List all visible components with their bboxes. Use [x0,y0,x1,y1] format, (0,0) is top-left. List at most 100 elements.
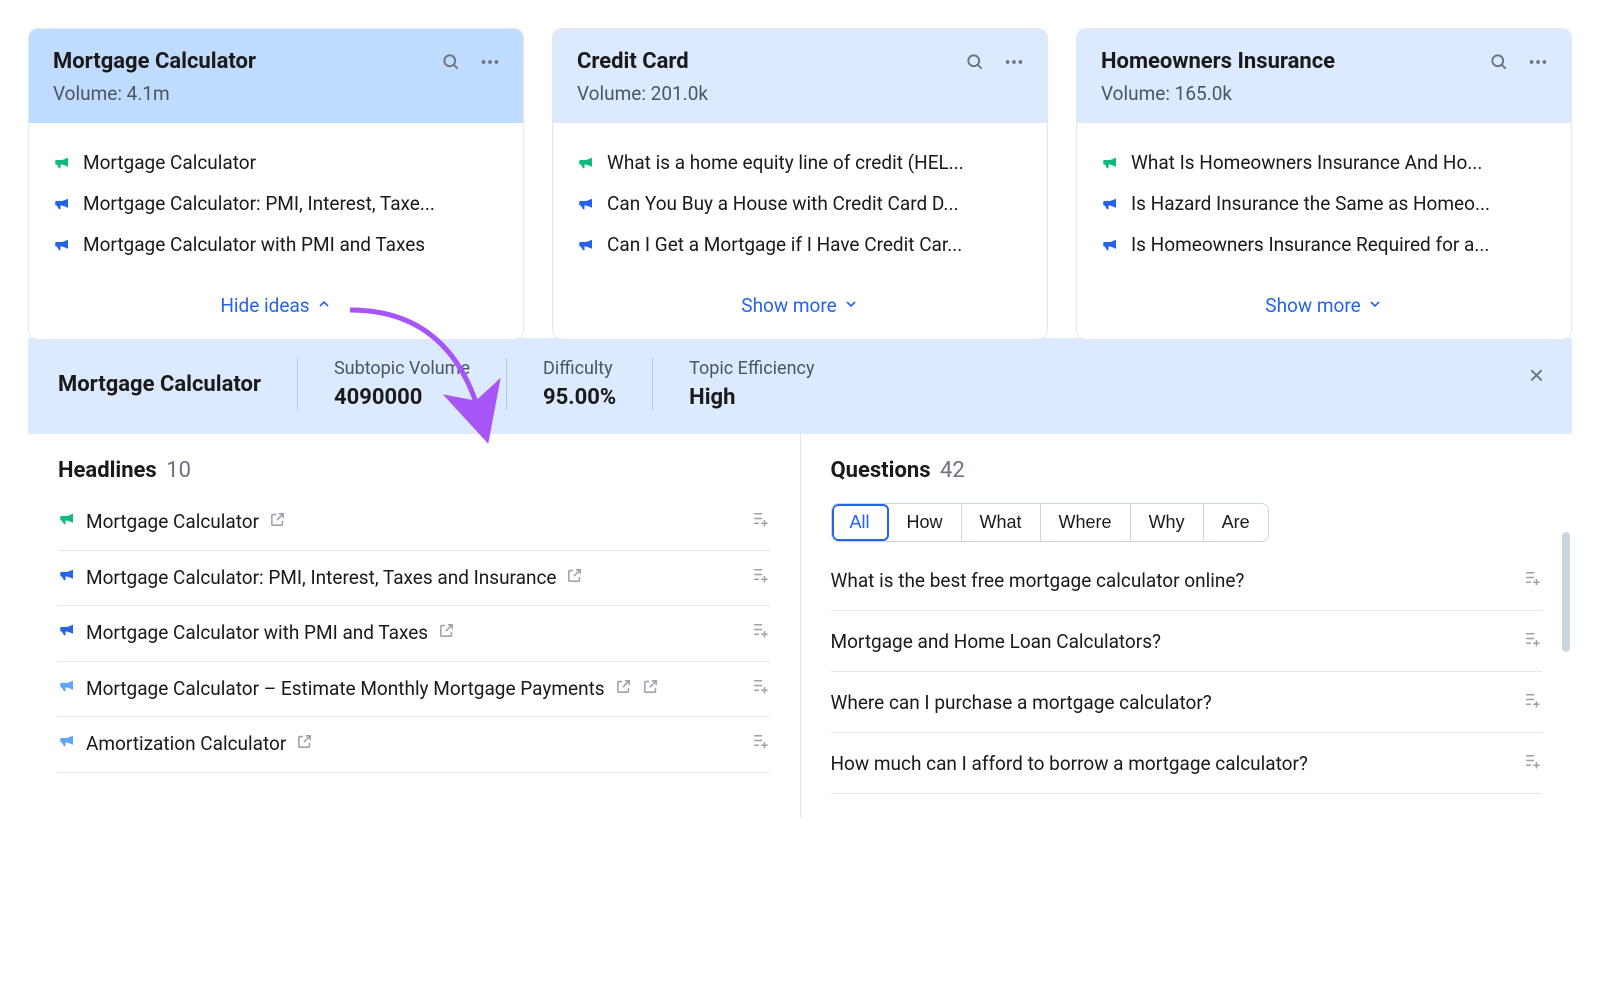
card-title: Credit Card [577,49,1023,74]
megaphone-icon [53,236,71,254]
idea-row[interactable]: Mortgage Calculator with PMI and Taxes [53,233,499,256]
scrollbar-thumb[interactable] [1562,532,1570,652]
add-to-list-icon[interactable] [1523,629,1542,653]
external-link-icon[interactable] [615,676,632,703]
megaphone-icon [577,154,595,172]
question-row[interactable]: Mortgage and Home Loan Calculators? [831,611,1543,672]
metric: Topic Efficiency High [652,358,850,410]
external-link-icon[interactable] [642,676,659,703]
filter-label: All [850,512,870,532]
megaphone-icon [53,195,71,213]
annotation-arrow [330,300,530,460]
topic-card: Credit Card Volume: 201.0k What is a hom… [552,28,1048,340]
headline-row[interactable]: Mortgage Calculator – Estimate Monthly M… [58,662,770,718]
filter-tab-why[interactable]: Why [1131,504,1204,541]
question-text: How much can I afford to borrow a mortga… [831,752,1308,775]
add-to-list-icon[interactable] [751,676,770,700]
headline-row[interactable]: Mortgage Calculator: PMI, Interest, Taxe… [58,551,770,607]
idea-row[interactable]: Mortgage Calculator: PMI, Interest, Taxe… [53,192,499,215]
toggle-ideas-link[interactable]: Show more [1265,294,1382,317]
idea-text: Is Hazard Insurance the Same as Homeo... [1131,192,1490,215]
add-to-list-icon[interactable] [751,565,770,589]
megaphone-icon [58,620,76,638]
metric-label: Difficulty [543,358,616,379]
external-link-icon[interactable] [296,731,313,758]
dots-icon [479,51,501,76]
megaphone-icon [577,236,595,254]
idea-row[interactable]: Can I Get a Mortgage if I Have Credit Ca… [577,233,1023,256]
filter-tab-are[interactable]: Are [1204,504,1268,541]
detail-header: Mortgage Calculator Subtopic Volume 4090… [28,338,1572,434]
search-icon [965,52,985,75]
megaphone-icon [58,565,76,583]
headline-text: Mortgage Calculator: PMI, Interest, Taxe… [86,565,556,592]
close-button[interactable]: × [1529,360,1544,391]
add-to-list-icon[interactable] [751,731,770,755]
question-text: Mortgage and Home Loan Calculators? [831,630,1162,653]
headline-row[interactable]: Mortgage Calculator [58,503,770,551]
filter-tab-where[interactable]: Where [1041,504,1131,541]
question-row[interactable]: Where can I purchase a mortgage calculat… [831,672,1543,733]
chevron-down-icon [843,294,859,317]
topic-card: Mortgage Calculator Volume: 4.1m Mortgag… [28,28,524,340]
headline-row[interactable]: Mortgage Calculator with PMI and Taxes [58,606,770,662]
questions-label: Questions [831,458,931,483]
idea-text: Mortgage Calculator: PMI, Interest, Taxe… [83,192,435,215]
search-button[interactable] [963,50,987,77]
headlines-label: Headlines [58,458,157,483]
headline-text: Mortgage Calculator – Estimate Monthly M… [86,676,605,703]
toggle-ideas-link[interactable]: Show more [741,294,858,317]
add-to-list-icon[interactable] [1523,690,1542,714]
question-row[interactable]: What is the best free mortgage calculato… [831,550,1543,611]
external-link-icon[interactable] [438,620,455,647]
more-button[interactable] [1001,49,1027,78]
card-title: Homeowners Insurance [1101,49,1547,74]
chevron-down-icon [1367,294,1383,317]
idea-text: Can I Get a Mortgage if I Have Credit Ca… [607,233,962,256]
card-volume: Volume: 201.0k [577,82,1023,105]
toggle-ideas-link[interactable]: Hide ideas [220,294,331,317]
idea-text: Can You Buy a House with Credit Card D..… [607,192,958,215]
question-row[interactable]: How much can I afford to borrow a mortga… [831,733,1543,794]
metric-label: Topic Efficiency [689,358,814,379]
card-volume: Volume: 165.0k [1101,82,1547,105]
filter-tab-how[interactable]: How [889,504,962,541]
headline-text: Mortgage Calculator [86,509,259,536]
idea-row[interactable]: What Is Homeowners Insurance And Ho... [1101,151,1547,174]
search-icon [1489,52,1509,75]
idea-row[interactable]: What is a home equity line of credit (HE… [577,151,1023,174]
search-button[interactable] [439,50,463,77]
close-icon: × [1529,360,1544,390]
add-to-list-icon[interactable] [751,620,770,644]
question-text: Where can I purchase a mortgage calculat… [831,691,1212,714]
idea-row[interactable]: Mortgage Calculator [53,151,499,174]
filter-label: Why [1149,512,1185,532]
filter-tab-what[interactable]: What [962,504,1041,541]
idea-row[interactable]: Is Homeowners Insurance Required for a..… [1101,233,1547,256]
idea-text: Mortgage Calculator with PMI and Taxes [83,233,425,256]
add-to-list-icon[interactable] [751,509,770,533]
megaphone-icon [1101,236,1119,254]
dots-icon [1003,51,1025,76]
megaphone-icon [1101,154,1119,172]
headline-row[interactable]: Amortization Calculator [58,717,770,773]
questions-column: Questions 42 AllHowWhatWhereWhyAre What … [800,434,1573,818]
card-header: Mortgage Calculator Volume: 4.1m [29,29,523,123]
search-button[interactable] [1487,50,1511,77]
external-link-icon[interactable] [566,565,583,592]
megaphone-icon [577,195,595,213]
filter-tab-all[interactable]: All [832,504,889,541]
filter-label: Where [1059,512,1112,532]
external-link-icon[interactable] [269,509,286,536]
headlines-count: 10 [166,458,191,483]
megaphone-icon [58,509,76,527]
more-button[interactable] [477,49,503,78]
megaphone-icon [53,154,71,172]
toggle-label: Hide ideas [220,294,309,317]
filter-label: How [907,512,943,532]
idea-row[interactable]: Is Hazard Insurance the Same as Homeo... [1101,192,1547,215]
add-to-list-icon[interactable] [1523,568,1542,592]
add-to-list-icon[interactable] [1523,751,1542,775]
more-button[interactable] [1525,49,1551,78]
idea-row[interactable]: Can You Buy a House with Credit Card D..… [577,192,1023,215]
